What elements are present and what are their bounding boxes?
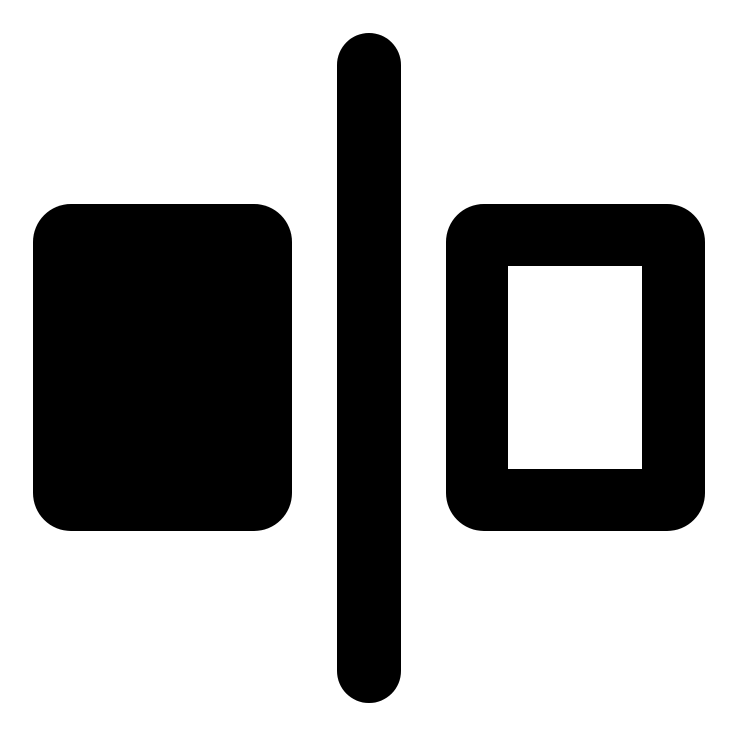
right-outlined-block	[446, 204, 705, 531]
left-filled-block	[33, 204, 292, 531]
center-divider-line	[337, 33, 401, 703]
icon-canvas	[0, 0, 737, 735]
flip-horizontal-icon	[33, 33, 705, 703]
